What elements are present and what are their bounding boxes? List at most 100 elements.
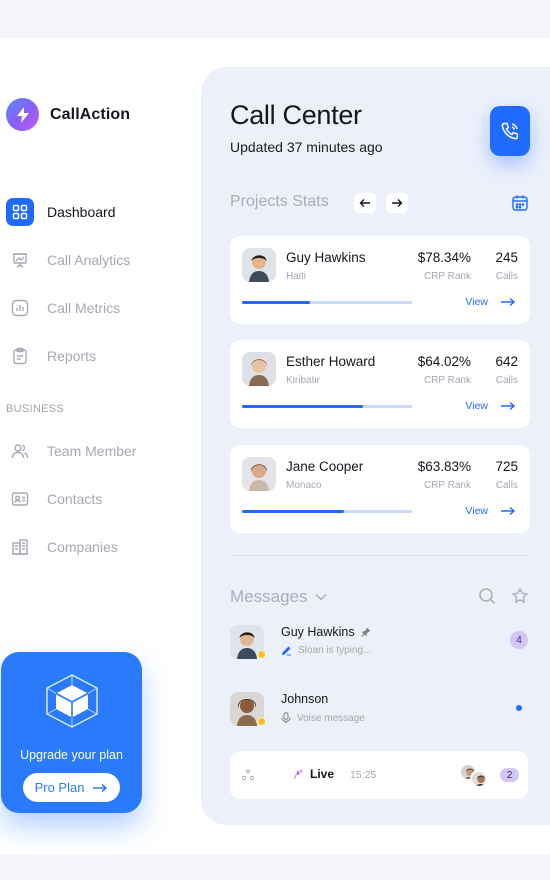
cube-logo-icon — [43, 673, 101, 734]
search-icon — [479, 588, 496, 605]
status-text: Sloan is typing... — [298, 645, 372, 656]
live-indicator: Live — [292, 767, 334, 781]
stat-card[interactable]: Jane Cooper Monaco $63.83% CRP Rank 725 … — [230, 445, 530, 533]
view-label: View — [465, 505, 488, 517]
calendar-icon — [512, 195, 528, 211]
status-dot — [257, 650, 266, 659]
contact-location: Kiribatir — [286, 375, 320, 386]
message-status: Sloan is typing... — [281, 645, 371, 656]
sidebar-item-label: Call Analytics — [47, 252, 131, 268]
crp-rank-label: CRP Rank — [423, 271, 471, 282]
crp-rank-label: CRP Rank — [423, 375, 471, 386]
sender-name: Johnson — [281, 692, 329, 706]
typing-pen-icon — [282, 646, 291, 656]
next-button[interactable] — [386, 193, 408, 213]
calls-value: 725 — [495, 459, 518, 474]
grid-icon — [6, 198, 34, 226]
progress-fill — [242, 301, 310, 304]
contact-name: Esther Howard — [286, 354, 376, 369]
contact-name: Jane Cooper — [286, 459, 364, 474]
sidebar-item-call-analytics[interactable]: Call Analytics — [6, 246, 130, 274]
message-sender: Guy Hawkins — [281, 625, 371, 639]
sidebar-item-label: Contacts — [47, 491, 103, 507]
progress-track — [242, 510, 412, 513]
star-icon — [512, 588, 528, 603]
view-link[interactable]: View — [465, 400, 516, 412]
status-dot — [257, 717, 266, 726]
progress-track — [242, 301, 412, 304]
prev-button[interactable] — [354, 193, 376, 213]
brand-logo-icon — [6, 98, 39, 131]
participant-count-badge: 2 — [500, 768, 519, 782]
star-button[interactable] — [511, 587, 529, 610]
progress-fill — [242, 405, 363, 408]
arrow-right-icon — [392, 199, 403, 207]
sidebar-item-team-member[interactable]: Team Member — [6, 437, 136, 465]
bar-chart-icon — [6, 294, 34, 322]
pin-icon — [360, 627, 371, 637]
contact-location: Monaco — [286, 480, 322, 491]
progress-track — [242, 405, 412, 408]
calendar-button[interactable] — [511, 194, 529, 217]
live-label: Live — [310, 767, 335, 781]
contact-card-icon — [6, 485, 34, 513]
stat-card[interactable]: Guy Hawkins Haiti $78.34% CRP Rank 245 C… — [230, 236, 530, 324]
stat-card[interactable]: Esther Howard Kiribatir $64.02% CRP Rank… — [230, 340, 530, 428]
top-strip — [0, 0, 550, 38]
brand-name: CallAction — [50, 105, 131, 123]
arrow-left-icon — [359, 199, 370, 207]
status-text: Voise message — [297, 712, 365, 724]
buildings-icon — [6, 533, 34, 561]
unread-count-badge: 4 — [510, 631, 528, 649]
arrow-right-icon — [501, 401, 516, 411]
sidebar-item-dashboard[interactable]: Dashboard — [6, 198, 116, 226]
calls-label: Calls — [495, 375, 518, 386]
sidebar-item-companies[interactable]: Companies — [6, 533, 118, 561]
calls-value: 642 — [495, 354, 518, 369]
page-title: Call Center — [230, 100, 362, 130]
crp-rank-value: $64.02% — [417, 354, 471, 369]
message-sender: Johnson — [281, 692, 328, 706]
bottom-strip — [0, 855, 550, 880]
participant-avatars — [459, 763, 489, 789]
arrow-right-icon — [501, 506, 516, 516]
calls-value: 245 — [495, 250, 518, 265]
microphone-icon — [281, 712, 291, 724]
arrow-right-icon — [93, 783, 108, 792]
view-link[interactable]: View — [465, 505, 516, 517]
message-status: Voise message — [281, 712, 365, 724]
users-icon — [6, 437, 34, 465]
presentation-chart-icon — [6, 246, 34, 274]
live-call-bar[interactable]: Live 15:25 2 — [230, 751, 528, 799]
crp-rank-value: $78.34% — [417, 250, 471, 265]
sidebar-item-reports[interactable]: Reports — [6, 342, 96, 370]
contact-location: Haiti — [286, 271, 307, 282]
avatar — [242, 352, 276, 386]
upgrade-text: Upgrade your plan — [20, 748, 123, 762]
phone-icon — [501, 122, 519, 140]
sidebar-item-call-metrics[interactable]: Call Metrics — [6, 294, 120, 322]
live-time: 15:25 — [350, 769, 377, 781]
messages-header[interactable]: Messages — [230, 587, 328, 607]
sidebar-item-label: Reports — [47, 348, 97, 364]
call-button[interactable] — [490, 106, 530, 156]
unread-dot — [516, 705, 522, 711]
message-item[interactable]: Guy Hawkins Sloan is typing... 4 — [230, 625, 530, 661]
upgrade-card: Upgrade your plan Pro Plan — [1, 652, 142, 813]
sidebar-item-label: Companies — [47, 539, 118, 555]
pro-plan-button[interactable]: Pro Plan — [22, 773, 121, 802]
dots-icon — [242, 768, 254, 786]
crp-rank-label: CRP Rank — [423, 480, 471, 491]
section-label-business: BUSINESS — [6, 403, 65, 415]
search-button[interactable] — [478, 587, 496, 610]
crp-rank-value: $63.83% — [417, 459, 471, 474]
progress-fill — [242, 510, 344, 513]
sidebar-item-contacts[interactable]: Contacts — [6, 485, 102, 513]
avatar — [242, 248, 276, 282]
sidebar-item-label: Team Member — [47, 443, 137, 459]
brand[interactable]: CallAction — [6, 98, 130, 131]
arrow-right-icon — [501, 297, 516, 307]
view-link[interactable]: View — [465, 296, 516, 308]
live-sparkle-icon — [293, 769, 303, 780]
message-item[interactable]: Johnson Voise message — [230, 692, 530, 728]
